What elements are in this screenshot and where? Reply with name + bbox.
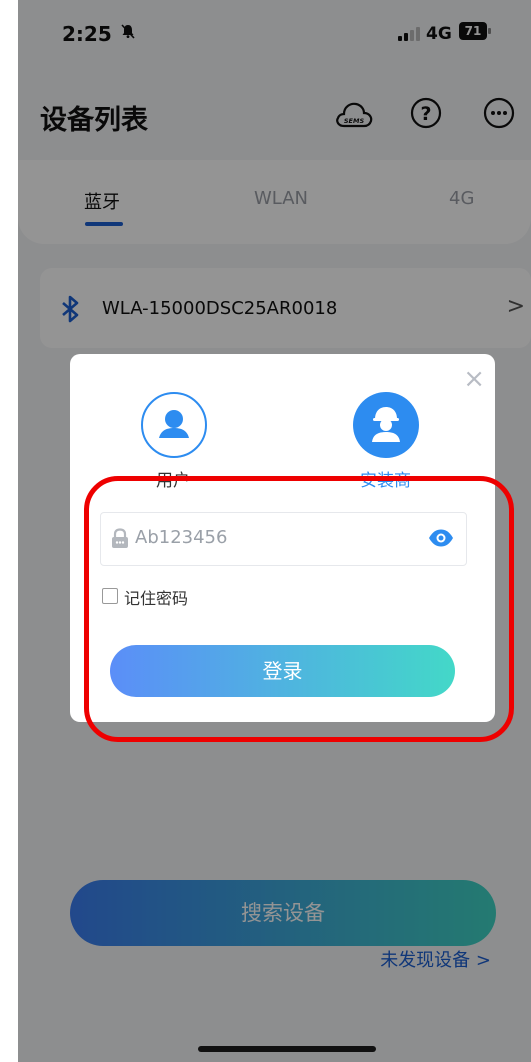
role-user-option[interactable] <box>141 392 207 458</box>
installer-worker-icon <box>372 407 400 442</box>
role-installer-option[interactable] <box>353 392 419 458</box>
phone-screen: 2:25 4G 71 设备列表 SEMS ? 蓝牙 WLAN 4G WLA-15… <box>18 0 531 1062</box>
user-icon <box>159 410 189 438</box>
close-icon[interactable]: × <box>463 366 485 392</box>
home-indicator[interactable] <box>198 1046 376 1052</box>
highlight-annotation <box>84 476 514 742</box>
